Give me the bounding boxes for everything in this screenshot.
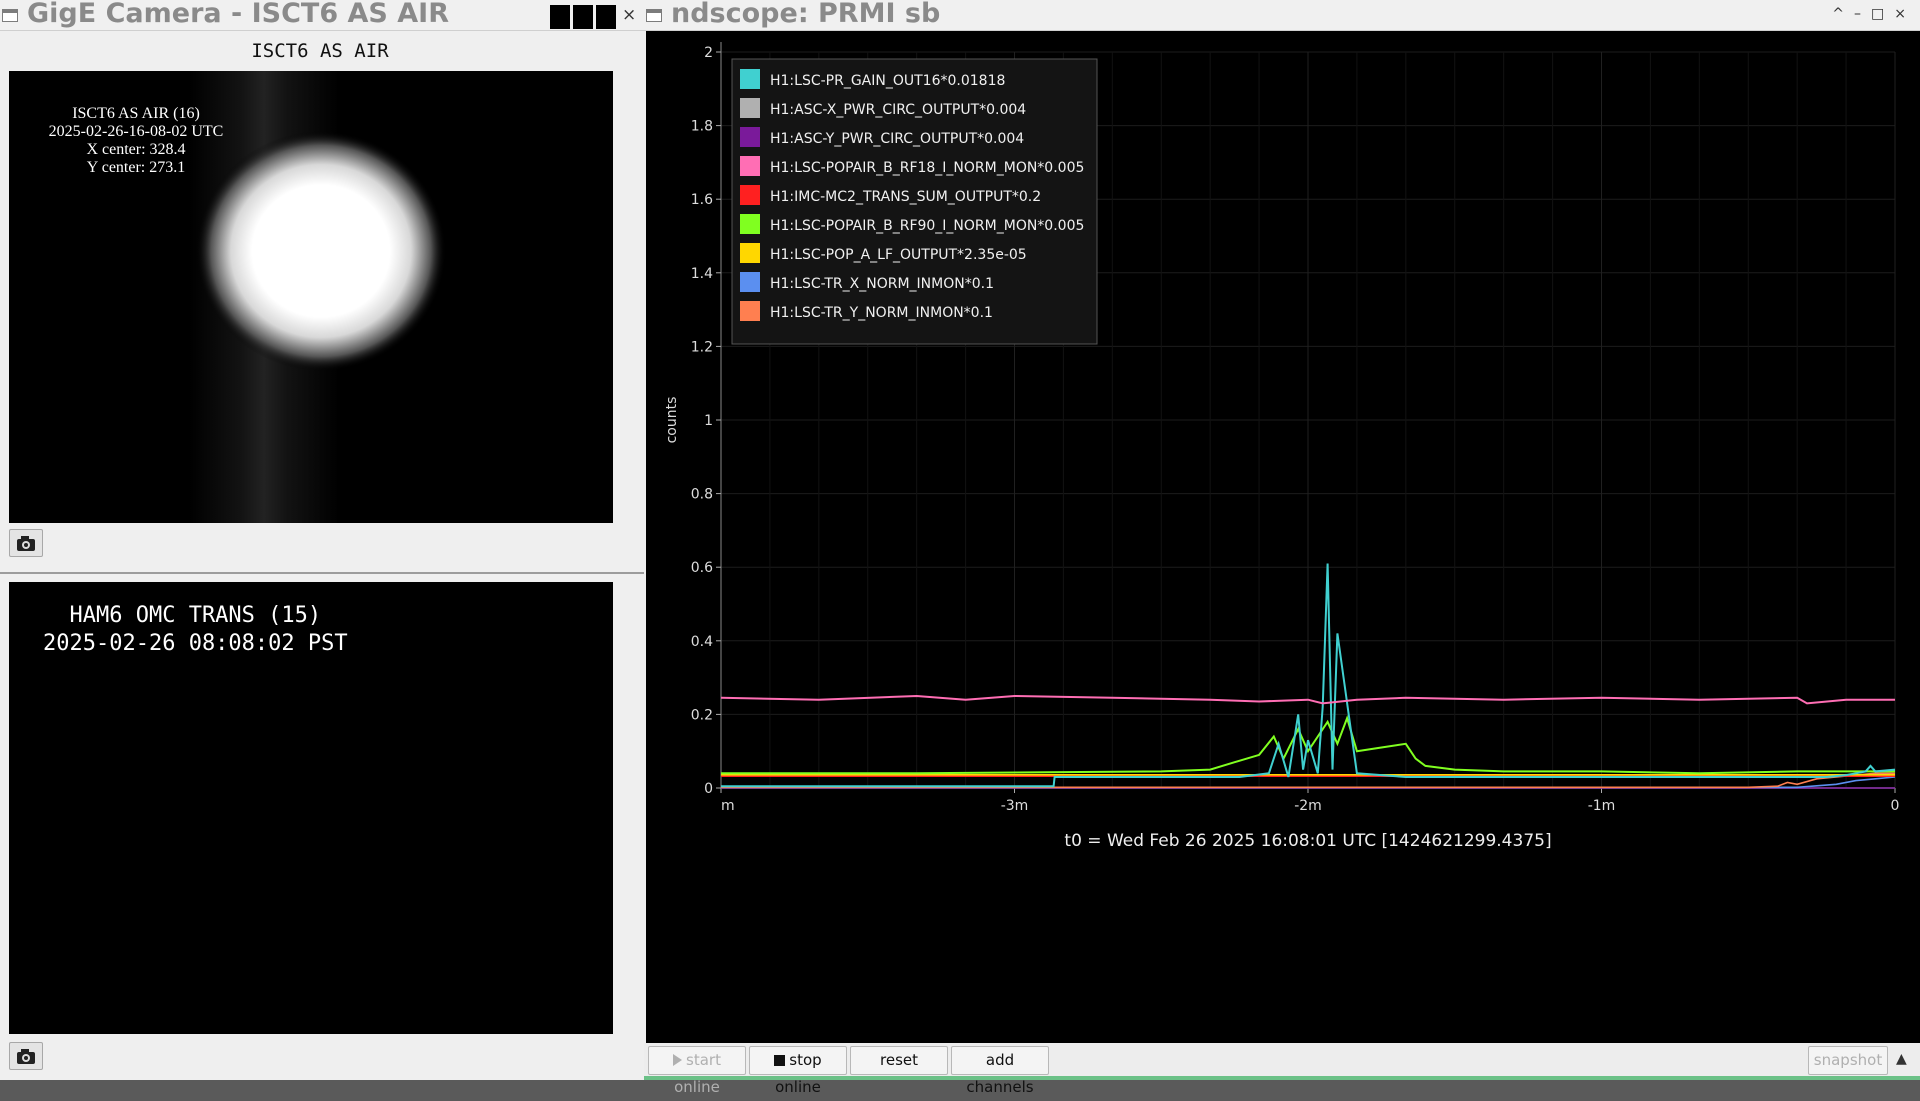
snapshot-button-1[interactable] bbox=[9, 529, 43, 557]
restore-icon[interactable]: ^ bbox=[1832, 6, 1844, 22]
maximize-icon[interactable]: □ bbox=[1871, 6, 1884, 22]
legend-swatch bbox=[740, 156, 760, 176]
window-controls: ^ – □ × bbox=[1832, 6, 1906, 22]
camera-overlay-text: ISCT6 AS AIR (16) 2025-02-26-16-08-02 UT… bbox=[31, 105, 241, 177]
overlay-line: 2025-02-26-16-08-02 UTC bbox=[48, 123, 224, 140]
y-tick-label: 2 bbox=[704, 45, 713, 61]
overlay-line: ISCT6 AS AIR (16) bbox=[72, 105, 200, 122]
x-tick-label: -3m bbox=[1001, 798, 1029, 814]
camera-icon bbox=[17, 536, 35, 551]
legend-entry: H1:IMC-MC2_TRANS_SUM_OUTPUT*0.2 bbox=[770, 189, 1041, 205]
legend-entry: H1:LSC-POPAIR_B_RF90_I_NORM_MON*0.005 bbox=[770, 218, 1084, 234]
legend-swatch bbox=[740, 243, 760, 263]
stop-online-button[interactable]: stop online bbox=[749, 1046, 847, 1096]
x-tick-label: -2m bbox=[1294, 798, 1322, 814]
camera-icon bbox=[17, 1049, 35, 1064]
overlay-line: X center: 328.4 bbox=[86, 141, 186, 158]
y-axis-label: counts bbox=[664, 397, 680, 444]
camera-view-isct6: ISCT6 AS AIR (16) 2025-02-26-16-08-02 UT… bbox=[9, 71, 613, 523]
legend-swatch bbox=[740, 301, 760, 321]
legend-swatch bbox=[740, 214, 760, 234]
legend: H1:LSC-PR_GAIN_OUT16*0.01818 H1:ASC-X_PWR… bbox=[731, 58, 1098, 345]
camera-window-title: GigE Camera - ISCT6 AS AIR bbox=[27, 0, 449, 29]
x-tick-label: 0 bbox=[1891, 798, 1900, 814]
snapshot-button-2[interactable] bbox=[9, 1042, 43, 1070]
legend-entry: H1:LSC-TR_X_NORM_INMON*0.1 bbox=[770, 276, 994, 292]
overlay-line: Y center: 273.1 bbox=[86, 159, 186, 176]
legend-swatch bbox=[740, 69, 760, 89]
legend-swatch bbox=[740, 272, 760, 292]
legend-swatch bbox=[740, 127, 760, 147]
legend-entry: H1:LSC-PR_GAIN_OUT16*0.01818 bbox=[770, 73, 1005, 89]
ndscope-window-title: ndscope: PRMI sb bbox=[671, 0, 941, 29]
y-tick-label: 1 bbox=[704, 413, 713, 429]
window-icon bbox=[2, 9, 18, 22]
camera-view-ham6: HAM6 OMC TRANS (15) 2025-02-26 08:08:02 P… bbox=[9, 582, 613, 1034]
y-tick-label: 1.4 bbox=[691, 266, 713, 282]
control-bar: start online stop online reset add chann… bbox=[644, 1043, 1920, 1096]
close-icon[interactable]: × bbox=[1894, 6, 1906, 22]
y-tick-label: 1.8 bbox=[691, 119, 713, 135]
ndscope-window: ndscope: PRMI sb ^ – □ × 0 0.2 0.4 0.6 0.8 1 1… bbox=[644, 0, 1920, 1096]
plot-area[interactable]: 0 0.2 0.4 0.6 0.8 1 1.2 1.4 1.6 1.8 2 m -3m -2m -1m 0 co… bbox=[646, 31, 1920, 1043]
titlebar-blocks bbox=[550, 5, 616, 29]
window-icon bbox=[646, 9, 662, 22]
stop-icon bbox=[774, 1055, 786, 1066]
minimize-icon[interactable]: – bbox=[1854, 6, 1861, 22]
overlay-line: HAM6 OMC TRANS (15) bbox=[43, 603, 322, 628]
expand-icon[interactable]: ▲ bbox=[1896, 1051, 1907, 1067]
legend-entry: H1:LSC-POP_A_LF_OUTPUT*2.35e-05 bbox=[770, 247, 1027, 263]
y-tick-label: 0 bbox=[704, 781, 713, 797]
overlay-line: 2025-02-26 08:08:02 PST bbox=[43, 631, 348, 656]
add-channels-button[interactable]: add channels bbox=[951, 1046, 1049, 1096]
ndscope-titlebar[interactable]: ndscope: PRMI sb ^ – □ × bbox=[644, 0, 1920, 31]
y-tick-label: 1.2 bbox=[691, 339, 713, 355]
y-tick-label: 0.2 bbox=[691, 707, 713, 723]
legend-swatch bbox=[740, 185, 760, 205]
legend-swatch bbox=[740, 98, 760, 118]
x-tick-label: m bbox=[721, 798, 735, 814]
snapshot-button[interactable]: snapshot bbox=[1808, 1046, 1888, 1075]
legend-entry: H1:ASC-Y_PWR_CIRC_OUTPUT*0.004 bbox=[770, 131, 1024, 147]
camera-header: ISCT6 AS AIR bbox=[251, 40, 389, 62]
y-tick-label: 0.8 bbox=[691, 487, 713, 503]
camera-window: GigE Camera - ISCT6 AS AIR × ISCT6 AS AI… bbox=[0, 0, 644, 1080]
status-strip bbox=[644, 1076, 1920, 1080]
y-tick-label: 0.4 bbox=[691, 634, 713, 650]
x-tick-label: -1m bbox=[1588, 798, 1616, 814]
legend-entry: H1:ASC-X_PWR_CIRC_OUTPUT*0.004 bbox=[770, 102, 1026, 118]
t0-label: t0 = Wed Feb 26 2025 16:08:01 UTC [14246… bbox=[1064, 831, 1551, 851]
camera-titlebar[interactable]: GigE Camera - ISCT6 AS AIR bbox=[0, 0, 644, 31]
scope-chart[interactable]: 0 0.2 0.4 0.6 0.8 1 1.2 1.4 1.6 1.8 2 m -3m -2m -1m 0 co… bbox=[646, 31, 1920, 1043]
camera-overlay-text: HAM6 OMC TRANS (15) 2025-02-26 08:08:02 P… bbox=[43, 602, 348, 658]
y-tick-label: 0.6 bbox=[691, 560, 713, 576]
start-online-button[interactable]: start online bbox=[648, 1046, 746, 1096]
play-icon bbox=[673, 1054, 683, 1066]
legend-entry: H1:LSC-TR_Y_NORM_INMON*0.1 bbox=[770, 305, 993, 321]
close-icon[interactable]: × bbox=[622, 6, 636, 24]
reset-button[interactable]: reset bbox=[850, 1046, 948, 1075]
camera-divider bbox=[0, 572, 644, 574]
legend-entry: H1:LSC-POPAIR_B_RF18_I_NORM_MON*0.005 bbox=[770, 160, 1084, 176]
y-tick-label: 1.6 bbox=[691, 192, 713, 208]
